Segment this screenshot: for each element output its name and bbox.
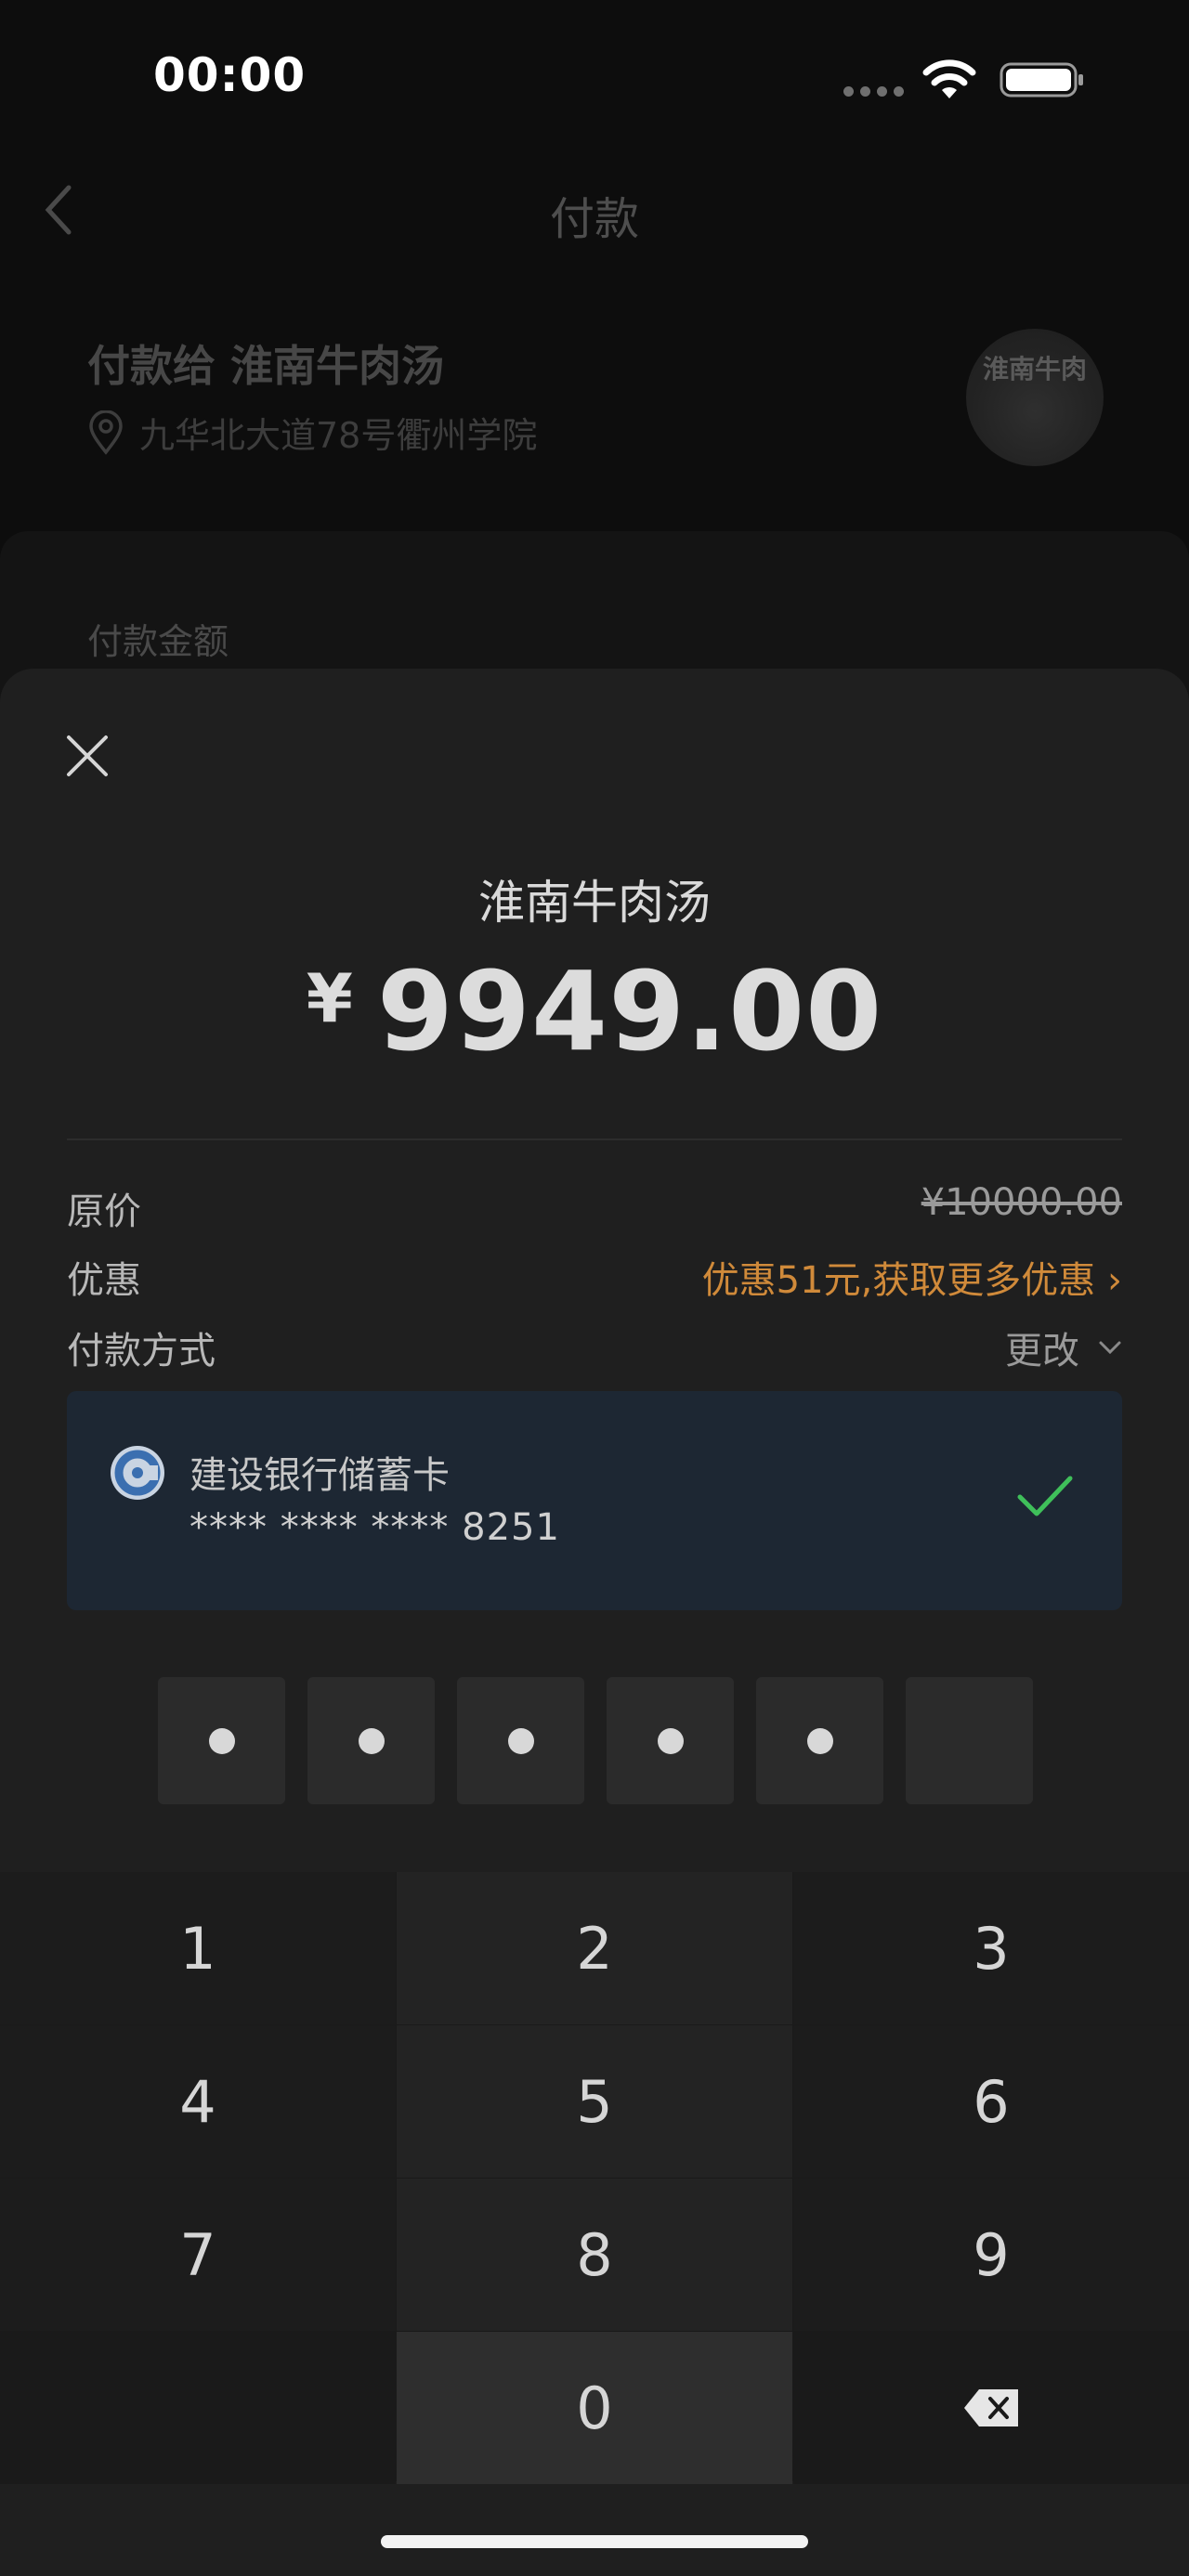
pin-dot (208, 1727, 235, 1754)
pin-digit-box (158, 1677, 285, 1804)
key-5[interactable]: 5 (397, 2025, 792, 2178)
shop-avatar-sign: 淮南牛肉 (983, 354, 1088, 384)
chevron-down-icon (1099, 1341, 1121, 1355)
currency-symbol: ¥ (306, 959, 353, 1037)
delete-key[interactable] (793, 2332, 1189, 2484)
pin-digit-box (307, 1677, 435, 1804)
discount-label: 优惠 (67, 1259, 141, 1302)
pin-dot (657, 1727, 684, 1754)
shop-avatar: 淮南牛肉 (966, 329, 1104, 466)
bank-name: 建设银行储蓄卡 (189, 1454, 450, 1497)
signal-icon (843, 86, 904, 97)
checkmark-icon (1017, 1476, 1073, 1516)
close-icon[interactable] (59, 728, 115, 784)
numeric-keypad: 1 2 3 4 5 6 7 8 9 0 (0, 1872, 1189, 2484)
payee-title: 付款给 淮南牛肉汤 (87, 341, 445, 391)
ccb-bank-icon (111, 1446, 164, 1500)
change-method-label: 更改 (1005, 1330, 1079, 1373)
pin-digit-box (607, 1677, 734, 1804)
original-price-value: ¥10000.00 (921, 1181, 1122, 1224)
key-1[interactable]: 1 (0, 1872, 396, 2024)
key-8[interactable]: 8 (397, 2179, 792, 2331)
key-0[interactable]: 0 (397, 2332, 792, 2484)
status-bar: 00:00 (0, 0, 1189, 158)
key-7[interactable]: 7 (0, 2179, 396, 2331)
backspace-icon (964, 2389, 1018, 2426)
payee-address: 九华北大道78号衢州学院 (87, 407, 537, 458)
page-title: 付款 (549, 193, 639, 245)
change-method-button[interactable]: 更改 (1005, 1321, 1122, 1374)
payee-address-text: 九华北大道78号衢州学院 (139, 415, 538, 456)
status-time: 00:00 (153, 48, 307, 102)
key-4[interactable]: 4 (0, 2025, 396, 2178)
pin-digit-box (906, 1677, 1033, 1804)
payment-method-label: 付款方式 (67, 1330, 216, 1373)
pin-digit-box (756, 1677, 883, 1804)
pin-input[interactable] (158, 1677, 1033, 1804)
pin-digit-box (457, 1677, 584, 1804)
wifi-icon (922, 59, 976, 98)
pin-dot (358, 1727, 385, 1754)
original-price-label: 原价 (67, 1190, 141, 1233)
pin-dot (507, 1727, 534, 1754)
card-number: **** **** **** 8251 (189, 1506, 560, 1549)
location-pin-icon (89, 410, 123, 455)
selected-card[interactable]: 建设银行储蓄卡 **** **** **** 8251 (67, 1391, 1122, 1610)
payment-amount: ¥9949.00 (0, 947, 1189, 1075)
key-2[interactable]: 2 (397, 1872, 792, 2024)
key-3[interactable]: 3 (793, 1872, 1189, 2024)
amount-value: 9949.00 (376, 947, 883, 1075)
key-9[interactable]: 9 (793, 2179, 1189, 2331)
discount-link[interactable]: 优惠51元,获取更多优惠 › (702, 1250, 1122, 1304)
key-empty (0, 2332, 396, 2484)
amount-label: 付款金额 (87, 621, 229, 662)
merchant-name: 淮南牛肉汤 (478, 876, 711, 930)
pin-dot (806, 1727, 833, 1754)
home-indicator (381, 2535, 808, 2548)
battery-icon (1000, 62, 1083, 98)
divider (67, 1138, 1122, 1140)
key-6[interactable]: 6 (793, 2025, 1189, 2178)
